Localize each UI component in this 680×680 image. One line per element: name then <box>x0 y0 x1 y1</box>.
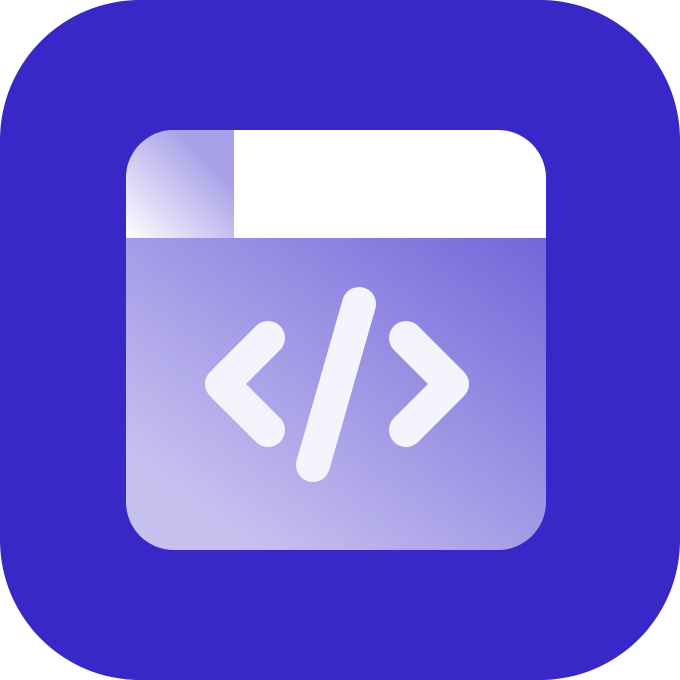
window-corner-tab <box>126 130 234 238</box>
app-icon <box>0 0 680 680</box>
